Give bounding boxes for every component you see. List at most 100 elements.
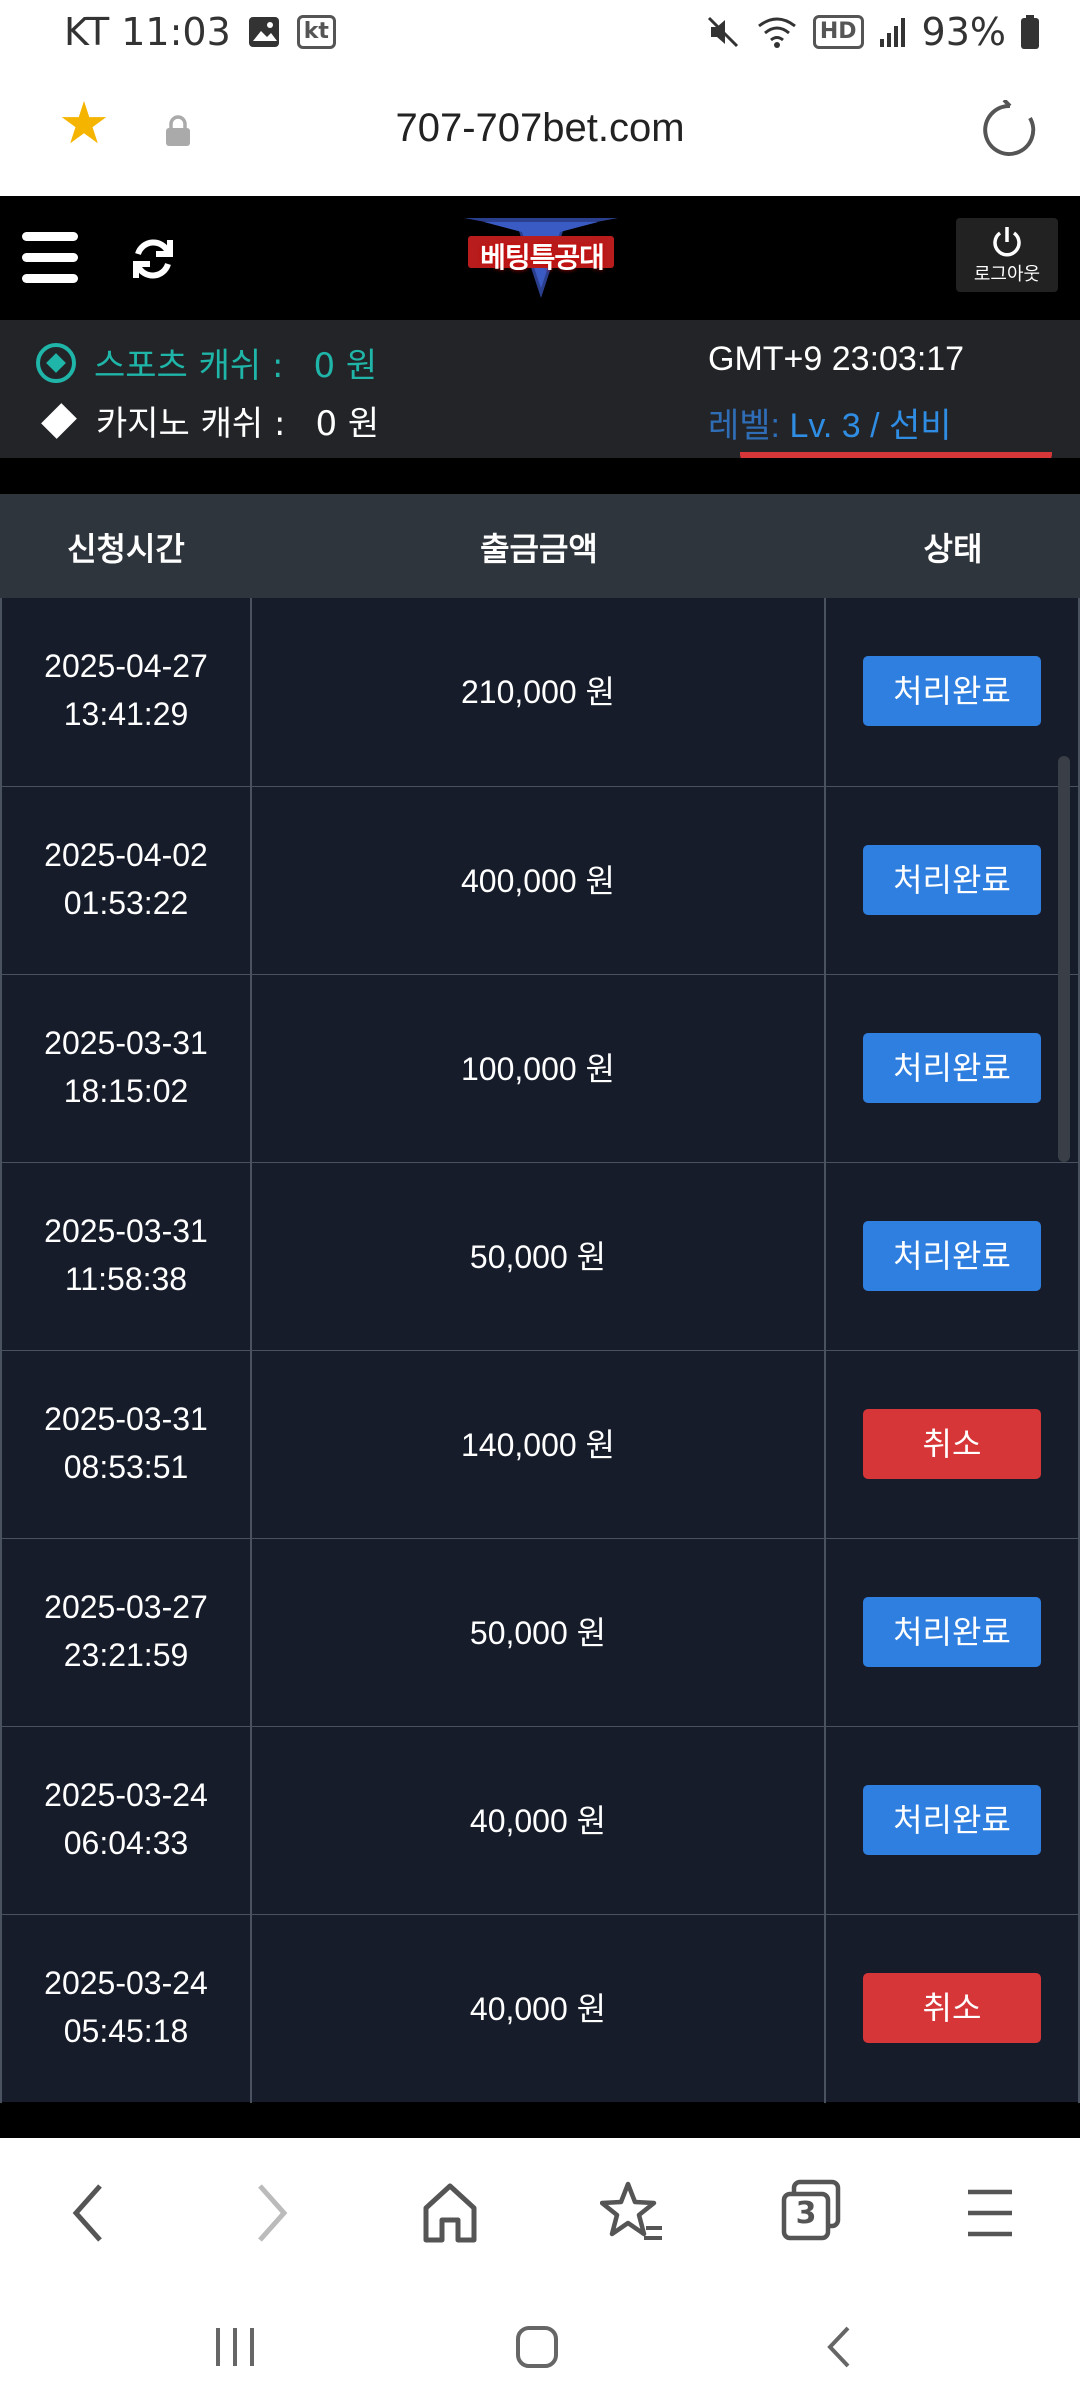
scrollbar[interactable] [1058, 756, 1070, 1162]
status-cell: 처리완료 [826, 1727, 1080, 1915]
request-time-cell: 2025-03-31 11:58:38 [0, 1163, 252, 1351]
home-button-icon[interactable] [514, 2324, 560, 2370]
mute-icon [707, 16, 738, 48]
browser-address-bar: ★ 707-707bet.com [0, 64, 1080, 196]
tabs-button[interactable]: 3 [780, 2178, 844, 2248]
account-info-bar: 스포츠 캐쉬 : 0 원 카지노 캐쉬 : 0 원 GMT+9 23:03:17… [0, 320, 1080, 458]
request-date: 2025-03-31 [44, 1213, 208, 1249]
kt-badge: kt [296, 15, 336, 49]
recents-icon[interactable] [212, 2324, 258, 2370]
table-row: 2025-03-31 18:15:02 100,000 원 처리완료 [0, 974, 1080, 1163]
withdrawal-amount: 140,000 원 [252, 1351, 826, 1539]
menu-icon[interactable] [22, 232, 78, 295]
logo-text: 베팅특공대 [480, 241, 605, 274]
tab-count: 3 [795, 2196, 817, 2231]
request-time-cell: 2025-03-24 06:04:33 [0, 1727, 252, 1915]
status-cell: 처리완료 [826, 1539, 1080, 1727]
status-cell: 처리완료 [826, 1163, 1080, 1351]
status-cell: 처리완료 [826, 598, 1080, 786]
image-icon [248, 17, 279, 47]
request-date: 2025-03-27 [44, 1589, 208, 1625]
battery-percent: 93% [921, 10, 1006, 54]
column-request-time: 신청시간 [67, 530, 185, 568]
menu-icon[interactable] [964, 2178, 1016, 2248]
browser-bottom-nav: 3 [0, 2138, 1080, 2288]
withdrawal-amount: 210,000 원 [252, 598, 826, 786]
power-icon [993, 227, 1021, 257]
table-body: 2025-04-27 13:41:29 210,000 원 처리완료 2025-04-0… [0, 598, 1080, 2103]
withdrawal-amount: 40,000 원 [252, 1915, 826, 2103]
level-value: Lv. 3 / 선비 [789, 407, 952, 445]
bookmarks-icon[interactable] [600, 2178, 666, 2248]
sports-cash-value: 0 원 [313, 346, 378, 386]
refresh-icon[interactable] [128, 234, 178, 284]
back-icon[interactable] [68, 2178, 108, 2248]
system-nav-bar [0, 2288, 1080, 2408]
logout-button[interactable]: 로그아웃 [956, 218, 1058, 292]
forward-icon[interactable] [252, 2178, 292, 2248]
status-completed-badge[interactable]: 처리완료 [863, 1597, 1041, 1667]
column-amount: 출금금액 [480, 530, 598, 568]
diamond-icon [41, 402, 77, 439]
table-row: 2025-04-27 13:41:29 210,000 원 처리완료 [0, 598, 1080, 786]
table-row: 2025-03-27 23:21:59 50,000 원 처리완료 [0, 1538, 1080, 1727]
request-date: 2025-04-27 [44, 648, 208, 684]
status-cancelled-badge[interactable]: 취소 [863, 1409, 1041, 1479]
logout-label: 로그아웃 [973, 264, 1041, 285]
battery-icon [1021, 15, 1039, 49]
signal-icon [879, 18, 905, 47]
request-time-cell: 2025-04-02 01:53:22 [0, 787, 252, 975]
table-row: 2025-03-31 11:58:38 50,000 원 처리완료 [0, 1162, 1080, 1351]
request-time: 23:21:59 [63, 1637, 189, 1673]
sports-cash-row: 스포츠 캐쉬 : 0 원 [36, 338, 377, 387]
request-time: 18:15:02 [63, 1073, 189, 1109]
request-time-cell: 2025-03-31 18:15:02 [0, 975, 252, 1163]
status-completed-badge[interactable]: 처리완료 [863, 1033, 1041, 1103]
status-completed-badge[interactable]: 처리완료 [863, 1221, 1041, 1291]
withdrawal-amount: 100,000 원 [252, 975, 826, 1163]
casino-cash-row: 카지노 캐쉬 : 0 원 [36, 396, 379, 445]
status-cell: 취소 [826, 1915, 1080, 2103]
status-completed-badge[interactable]: 처리완료 [863, 1785, 1041, 1855]
url-text[interactable]: 707-707bet.com [0, 106, 1080, 151]
site-header: 베팅특공대 로그아웃 [0, 196, 1080, 320]
table-header: 신청시간 출금금액 상태 [0, 494, 1080, 598]
status-cell: 처리완료 [826, 975, 1080, 1163]
wifi-icon [757, 17, 796, 48]
casino-cash-label: 카지노 캐쉬 : [96, 404, 286, 444]
request-date: 2025-03-31 [44, 1401, 208, 1437]
status-completed-badge[interactable]: 처리완료 [863, 656, 1041, 726]
withdrawal-amount: 50,000 원 [252, 1539, 826, 1727]
request-time: 08:53:51 [63, 1449, 189, 1485]
request-time: 11:58:38 [64, 1261, 188, 1297]
request-time-cell: 2025-03-24 05:45:18 [0, 1915, 252, 2103]
reload-icon[interactable] [980, 100, 1040, 160]
request-date: 2025-03-31 [44, 1025, 208, 1061]
table-row: 2025-04-02 01:53:22 400,000 원 처리완료 [0, 786, 1080, 975]
status-cell: 취소 [826, 1351, 1080, 1539]
home-icon[interactable] [420, 2178, 480, 2248]
table-row: 2025-03-24 06:04:33 40,000 원 처리완료 [0, 1726, 1080, 1915]
request-time: 05:45:18 [63, 2013, 189, 2049]
sports-cash-label: 스포츠 캐쉬 : [94, 346, 284, 386]
request-time: 01:53:22 [63, 885, 189, 921]
request-date: 2025-03-24 [44, 1777, 208, 1813]
request-date: 2025-03-24 [44, 1965, 208, 2001]
casino-cash-value: 0 원 [315, 404, 380, 444]
server-clock: GMT+9 23:03:17 [708, 340, 965, 378]
status-bar: KT 11:03 kt HD 93% [0, 0, 1080, 64]
withdrawal-amount: 400,000 원 [252, 787, 826, 975]
withdrawal-history: 신청시간 출금금액 상태 2025-04-27 13:41:29 210,000 원… [0, 458, 1080, 2138]
request-time: 06:04:33 [63, 1825, 189, 1861]
hd-badge: HD [812, 15, 864, 49]
request-time-cell: 2025-03-27 23:21:59 [0, 1539, 252, 1727]
system-back-icon[interactable] [820, 2324, 860, 2370]
status-cell: 처리완료 [826, 787, 1080, 975]
request-time-cell: 2025-04-27 13:41:29 [0, 598, 252, 786]
status-cancelled-badge[interactable]: 취소 [863, 1973, 1041, 2043]
user-level: 레벨: Lv. 3 / 선비 [708, 398, 952, 447]
withdrawal-amount: 50,000 원 [252, 1163, 826, 1351]
carrier-time: KT 11:03 [64, 10, 231, 54]
status-completed-badge[interactable]: 처리완료 [863, 845, 1041, 915]
level-label: 레벨: [708, 407, 781, 445]
